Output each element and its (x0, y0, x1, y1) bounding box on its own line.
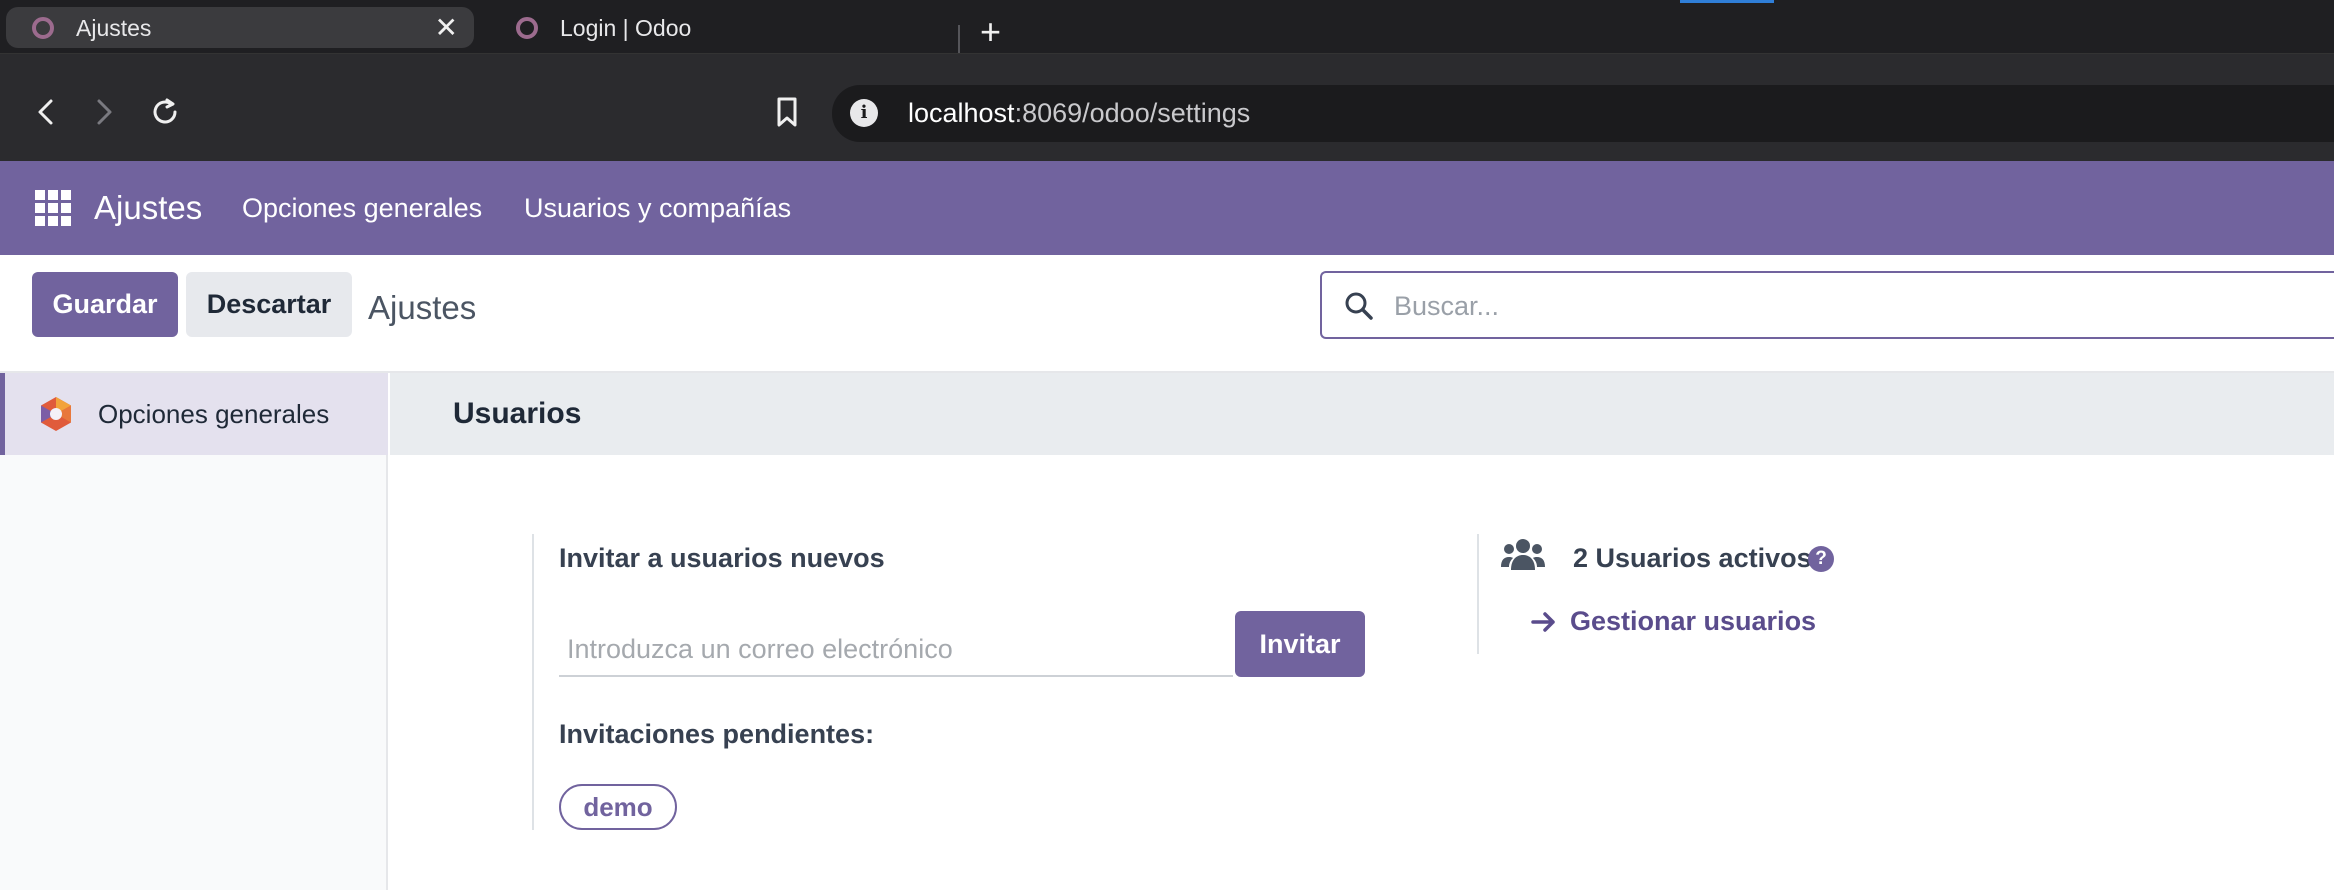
bookmark-icon[interactable] (770, 94, 804, 130)
forward-arrow-icon[interactable] (84, 92, 124, 132)
help-icon[interactable]: ? (1808, 546, 1834, 572)
invite-email-field[interactable] (559, 628, 1233, 677)
browser-toolbar: i localhost:8069/odoo/settings (0, 53, 2334, 161)
tab-divider (958, 25, 960, 55)
back-arrow-icon[interactable] (26, 92, 66, 132)
tab-strip-accent (1680, 0, 1774, 3)
section-title: Usuarios (453, 397, 582, 430)
new-tab-button[interactable]: + (980, 14, 1001, 50)
setting-divider (1477, 534, 1479, 654)
close-tab-icon[interactable]: ✕ (435, 11, 458, 44)
sidebar-item-opciones-generales[interactable]: Opciones generales (0, 373, 388, 455)
pending-invitation-tag[interactable]: demo (559, 784, 677, 830)
odoo-top-navbar: Ajustes Opciones generales Usuarios y co… (0, 161, 2334, 255)
pending-invitations-label: Invitaciones pendientes: (559, 719, 875, 749)
app-grid-icon[interactable] (35, 190, 71, 226)
arrow-right-icon (1531, 611, 1555, 632)
sidebar-item-label: Opciones generales (98, 399, 330, 429)
browser-tab-ajustes[interactable]: Ajustes ✕ (6, 7, 474, 48)
search-box[interactable] (1320, 271, 2334, 339)
browser-tab-login[interactable]: Login | Odoo (490, 7, 960, 48)
tab-title: Ajustes (76, 15, 152, 41)
browser-tab-strip: Ajustes ✕ Login | Odoo + (0, 0, 2334, 55)
reload-icon[interactable] (145, 92, 185, 132)
menu-opciones-generales[interactable]: Opciones generales (242, 193, 482, 224)
site-info-icon[interactable]: i (850, 99, 878, 127)
discard-button[interactable]: Descartar (186, 272, 352, 337)
manage-users-label: Gestionar usuarios (1570, 606, 1817, 636)
url-text[interactable]: localhost:8069/odoo/settings (908, 98, 1250, 129)
search-icon (1345, 292, 1373, 320)
menu-usuarios-y-companias[interactable]: Usuarios y compañías (524, 193, 791, 224)
users-group-icon (1501, 539, 1545, 570)
page-title: Ajustes (368, 289, 477, 326)
save-button[interactable]: Guardar (32, 272, 178, 337)
active-users-count: 2 Usuarios activos (1573, 543, 1812, 573)
control-panel: Guardar Descartar Ajustes (0, 255, 2334, 373)
tab-title: Login | Odoo (560, 15, 692, 41)
section-header: Usuarios (390, 373, 2334, 455)
odoo-favicon-icon (516, 17, 538, 39)
setting-divider (532, 534, 534, 830)
invite-button[interactable]: Invitar (1235, 611, 1365, 677)
address-bar[interactable]: i localhost:8069/odoo/settings (832, 85, 2334, 142)
manage-users-link[interactable]: Gestionar usuarios (1530, 606, 1816, 637)
odoo-settings-logo-icon (41, 397, 71, 431)
app-name[interactable]: Ajustes (94, 189, 202, 227)
settings-sidebar: Opciones generales (0, 373, 388, 890)
search-input[interactable] (1394, 285, 2294, 327)
odoo-favicon-icon (32, 17, 54, 39)
invite-users-label: Invitar a usuarios nuevos (559, 543, 885, 573)
